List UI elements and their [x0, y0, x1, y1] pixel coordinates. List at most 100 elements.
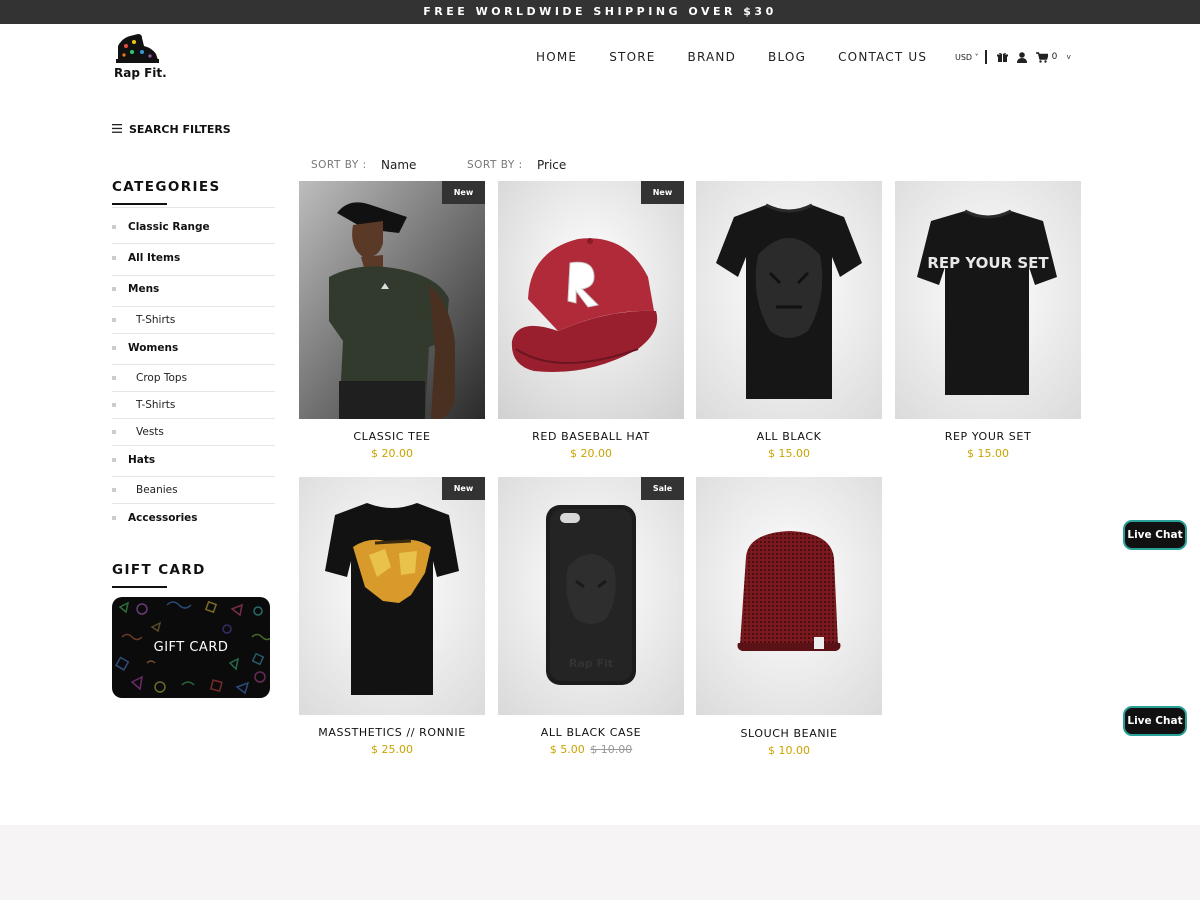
- divider: [112, 275, 275, 276]
- sale-price: $ 5.00: [549, 743, 585, 756]
- divider: [112, 364, 275, 365]
- category-crop-tops[interactable]: Crop Tops: [112, 372, 275, 384]
- live-chat-button[interactable]: Live Chat: [1123, 706, 1187, 736]
- product-image[interactable]: [299, 181, 485, 419]
- currency-label: USD: [955, 52, 973, 62]
- bullet: [112, 403, 116, 407]
- product-name[interactable]: ALL BLACK: [696, 430, 882, 443]
- product-image[interactable]: [498, 181, 684, 419]
- new-badge: New: [442, 477, 485, 500]
- bullet: [112, 287, 116, 291]
- sort-by-name[interactable]: Name: [381, 158, 416, 172]
- category-beanies[interactable]: Beanies: [112, 484, 275, 496]
- category-label: T-Shirts: [136, 314, 176, 326]
- categories-title: CATEGORIES: [112, 179, 221, 195]
- footer: [0, 825, 1200, 900]
- product-price: $ 25.00: [371, 743, 413, 756]
- divider: [112, 503, 275, 504]
- category-label: All Items: [128, 252, 181, 264]
- category-label: Crop Tops: [136, 372, 188, 384]
- divider: [984, 50, 987, 64]
- nav-contact-us[interactable]: CONTACT US: [838, 50, 927, 64]
- new-badge: New: [442, 181, 485, 204]
- sale-badge: Sale: [641, 477, 684, 500]
- bullet: [112, 346, 116, 350]
- sort-label: SORT BY :: [467, 159, 523, 171]
- nav-brand[interactable]: BRAND: [688, 50, 737, 64]
- search-filters-toggle[interactable]: SEARCH FILTERS: [112, 123, 231, 136]
- category-all-items[interactable]: All Items: [112, 252, 275, 264]
- category-label: Vests: [136, 426, 164, 438]
- cart-button[interactable]: 0: [1035, 51, 1058, 63]
- nav-blog[interactable]: BLOG: [768, 50, 806, 64]
- category-mens-t-shirts[interactable]: T-Shirts: [112, 314, 275, 326]
- menu-icon: [112, 123, 122, 136]
- product-image[interactable]: [299, 477, 485, 715]
- divider: [112, 243, 275, 244]
- product-price: $ 15.00: [768, 447, 810, 460]
- bullet: [112, 430, 116, 434]
- sort-by-price[interactable]: Price: [537, 158, 566, 172]
- category-label: Beanies: [136, 484, 178, 496]
- product-price: $ 20.00: [570, 447, 612, 460]
- main-nav: HOME STORE BRAND BLOG CONTACT US: [536, 50, 959, 64]
- product-name[interactable]: CLASSIC TEE: [299, 430, 485, 443]
- gift-icon[interactable]: [996, 52, 1008, 63]
- chevron-down-icon: ˅: [974, 52, 979, 62]
- nav-store[interactable]: STORE: [609, 50, 655, 64]
- category-label: Hats: [128, 454, 156, 466]
- product-name[interactable]: RED BASEBALL HAT: [498, 430, 684, 443]
- nav-home[interactable]: HOME: [536, 50, 577, 64]
- category-vests[interactable]: Vests: [112, 426, 275, 438]
- category-label: Accessories: [128, 512, 198, 524]
- category-womens-t-shirts[interactable]: T-Shirts: [112, 399, 275, 411]
- user-icon[interactable]: [1016, 51, 1027, 63]
- print-text: REP YOUR SET: [927, 254, 1049, 272]
- product-image[interactable]: [696, 181, 882, 419]
- bullet: [112, 516, 116, 520]
- category-womens[interactable]: Womens: [112, 342, 275, 354]
- product-name[interactable]: MASSTHETICS // RONNIE: [299, 726, 485, 739]
- divider: [112, 476, 275, 477]
- case-print-text: Rap Fit: [569, 657, 613, 670]
- category-classic-range[interactable]: Classic Range: [112, 221, 275, 233]
- gift-card-banner[interactable]: GIFT CARD: [112, 597, 270, 698]
- divider: [112, 391, 275, 392]
- new-badge: New: [641, 181, 684, 204]
- currency-selector[interactable]: USD ˅: [955, 53, 979, 62]
- product-price: $ 20.00: [371, 447, 413, 460]
- divider: [112, 306, 275, 307]
- product-name[interactable]: REP YOUR SET: [895, 430, 1081, 443]
- title-underline: [112, 203, 167, 205]
- product-image[interactable]: REP YOUR SET: [895, 181, 1081, 419]
- product-image[interactable]: [696, 477, 882, 715]
- product-name[interactable]: SLOUCH BEANIE: [696, 727, 882, 740]
- original-price: $ 10.00: [590, 743, 633, 756]
- product-price: $ 10.00: [768, 744, 810, 757]
- chevron-down-icon[interactable]: ˅: [1066, 53, 1071, 62]
- category-hats[interactable]: Hats: [112, 454, 275, 466]
- cart-count: 0: [1051, 52, 1058, 62]
- divider: [112, 445, 275, 446]
- product-name[interactable]: ALL BLACK CASE: [498, 726, 684, 739]
- brand-name: Rap Fit.: [114, 66, 167, 80]
- live-chat-button[interactable]: Live Chat: [1123, 520, 1187, 550]
- category-label: T-Shirts: [136, 399, 176, 411]
- cart-icon: [1035, 51, 1048, 63]
- bullet: [112, 488, 116, 492]
- gift-card-title: GIFT CARD: [112, 562, 206, 578]
- divider: [112, 333, 275, 334]
- divider: [112, 418, 275, 419]
- product-image[interactable]: Rap Fit: [498, 477, 684, 715]
- product-price: $ 15.00: [967, 447, 1009, 460]
- category-mens[interactable]: Mens: [112, 283, 275, 295]
- category-label: Womens: [128, 342, 179, 354]
- product-price: $ 5.00 $ 10.00: [498, 743, 684, 756]
- promo-bar: FREE WORLDWIDE SHIPPING OVER $30: [0, 0, 1200, 24]
- bullet: [112, 318, 116, 322]
- bullet: [112, 225, 116, 229]
- divider: [112, 207, 275, 208]
- category-accessories[interactable]: Accessories: [112, 512, 275, 524]
- sort-label: SORT BY :: [311, 159, 367, 171]
- search-filters-label: SEARCH FILTERS: [129, 123, 231, 136]
